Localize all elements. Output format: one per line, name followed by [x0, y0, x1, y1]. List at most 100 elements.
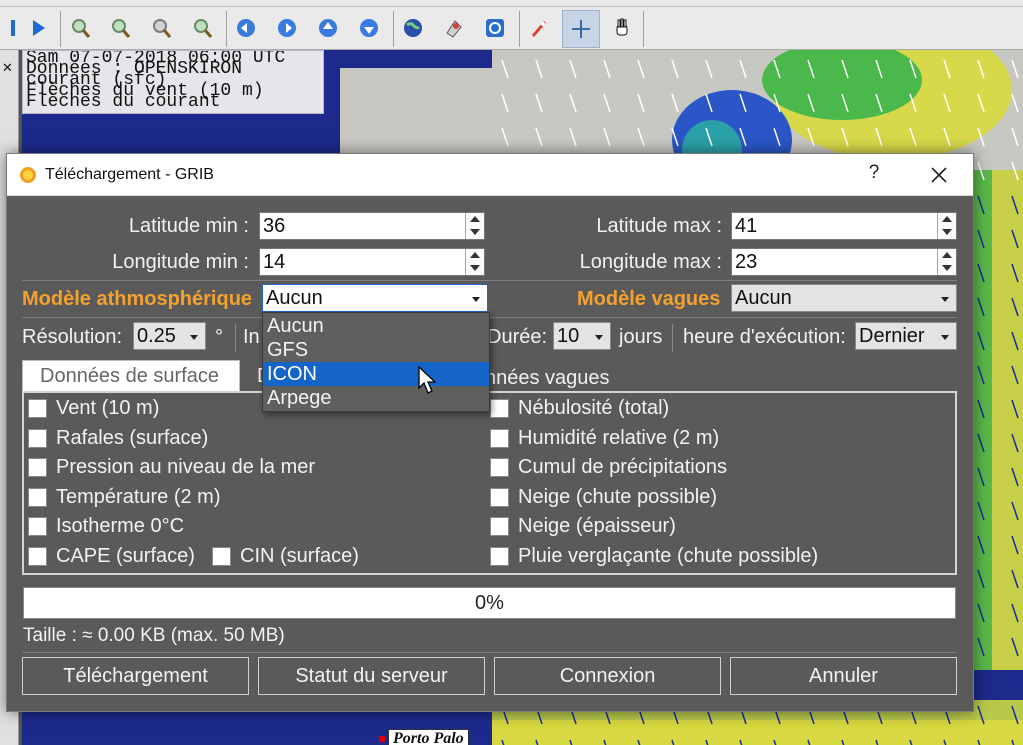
mouse-cursor-icon: [418, 366, 437, 394]
spin-up-icon[interactable]: [942, 252, 952, 258]
lat-min-label: Latitude min :: [128, 215, 249, 237]
lon-min-label: Longitude min :: [112, 251, 249, 273]
zoom-in-icon[interactable]: [64, 13, 96, 43]
download-button[interactable]: Téléchargement: [22, 657, 249, 695]
duration-combobox[interactable]: 10: [553, 322, 611, 350]
lat-min-value: 36: [263, 215, 286, 237]
arrow-right-icon[interactable]: [271, 13, 303, 43]
wave-model-label: Modèle vagues: [577, 288, 721, 310]
atm-model-label: Modèle athmosphérique: [22, 288, 253, 310]
chevron-down-icon: [472, 297, 480, 302]
connection-button[interactable]: Connexion: [494, 657, 721, 695]
lat-max-value: 41: [735, 215, 758, 237]
checkbox-gusts[interactable]: Rafales (surface): [28, 427, 208, 450]
help-button[interactable]: ?: [862, 162, 886, 186]
checkbox-isotherm[interactable]: Isotherme 0°C: [28, 515, 184, 538]
info-line: Flèches du courant: [26, 92, 221, 112]
duration-value: 10: [557, 325, 580, 347]
lon-min-spinbox[interactable]: 14: [259, 248, 485, 276]
checkbox-precipitation[interactable]: Cumul de précipitations: [490, 456, 727, 479]
checkbox-label: Vent (10 m): [56, 397, 160, 419]
arrow-left-icon[interactable]: [230, 13, 262, 43]
rocket-icon[interactable]: [523, 13, 555, 43]
tab-wave-data[interactable]: nnées vagues: [485, 367, 610, 390]
map-info-box: Sam 07-07-2018 06:00 UTC Données : OPENSK…: [22, 50, 324, 114]
spin-down-icon[interactable]: [942, 265, 952, 271]
resolution-label: Résolution:: [22, 326, 123, 348]
checkbox-humidity[interactable]: Humidité relative (2 m): [490, 427, 719, 450]
map-pin-icon[interactable]: [438, 13, 470, 43]
lon-max-label: Longitude max :: [579, 251, 722, 273]
spin-down-icon[interactable]: [470, 265, 480, 271]
interval-label: In: [243, 326, 260, 348]
refresh-icon[interactable]: [479, 13, 511, 43]
checkbox-label: Température (2 m): [56, 486, 221, 508]
duration-label: Durée:: [487, 326, 548, 348]
globe-icon[interactable]: [397, 13, 429, 43]
checkbox-snow-possible[interactable]: Neige (chute possible): [490, 486, 717, 509]
spin-down-icon[interactable]: [942, 229, 952, 235]
sun-icon: [20, 167, 36, 183]
lon-max-spinbox[interactable]: 23: [731, 248, 957, 276]
download-progress-bar: 0%: [23, 587, 956, 619]
lon-min-value: 14: [263, 251, 286, 273]
panel-close-icon[interactable]: ✕: [2, 60, 13, 76]
tab-surface-data[interactable]: Données de surface: [22, 360, 240, 393]
cancel-button[interactable]: Annuler: [730, 657, 957, 695]
checkbox-cin[interactable]: CIN (surface): [212, 545, 359, 568]
arrow-up-icon[interactable]: [312, 13, 344, 43]
checkbox-label: CIN (surface): [240, 545, 359, 567]
checkbox-pressure[interactable]: Pression au niveau de la mer: [28, 456, 315, 479]
checkbox-label: Pluie verglaçante (chute possible): [518, 545, 819, 567]
atm-model-dropdown-list: Aucun GFS ICON Arpege: [262, 312, 490, 412]
lat-max-spinbox[interactable]: 41: [731, 212, 957, 240]
checkbox-temperature[interactable]: Température (2 m): [28, 486, 221, 509]
lat-min-spinbox[interactable]: 36: [259, 212, 485, 240]
resolution-combobox[interactable]: 0.25: [133, 322, 206, 350]
chevron-down-icon: [941, 335, 949, 340]
spin-up-icon[interactable]: [470, 216, 480, 222]
city-label: Porto Palo: [388, 729, 469, 745]
checkbox-freezing-rain[interactable]: Pluie verglaçante (chute possible): [490, 545, 818, 568]
zoom-selection-icon[interactable]: [145, 13, 177, 43]
checkbox-wind[interactable]: Vent (10 m): [28, 397, 159, 420]
dialog-titlebar[interactable]: Téléchargement - GRIB ?: [7, 154, 973, 196]
days-label: jours: [619, 326, 663, 348]
option-gfs[interactable]: GFS: [263, 338, 489, 362]
atm-model-combobox[interactable]: Aucun: [262, 284, 488, 312]
checkbox-label: Cumul de précipitations: [518, 456, 727, 478]
checkbox-snow-depth[interactable]: Neige (épaisseur): [490, 515, 676, 538]
checkbox-cape[interactable]: CAPE (surface): [28, 545, 195, 568]
arrow-down-icon[interactable]: [353, 13, 385, 43]
checkbox-label: Humidité relative (2 m): [518, 427, 720, 449]
checkbox-cloud-cover[interactable]: Nébulosité (total): [490, 397, 669, 420]
play-forward-icon[interactable]: [22, 13, 54, 43]
checkbox-label: Pression au niveau de la mer: [56, 456, 316, 478]
crosshair-select-icon[interactable]: [562, 10, 600, 48]
server-status-button[interactable]: Statut du serveur: [258, 657, 485, 695]
zoom-out-icon[interactable]: [104, 13, 136, 43]
city-marker: [379, 736, 385, 742]
hand-pan-icon[interactable]: [606, 13, 638, 43]
option-aucun[interactable]: Aucun: [263, 314, 489, 338]
wave-model-combobox[interactable]: Aucun: [731, 284, 957, 312]
exec-time-combobox[interactable]: Dernier: [855, 322, 957, 350]
size-info: Taille : ≈ 0.00 KB (max. 50 MB): [23, 625, 285, 646]
main-toolbar: [0, 7, 1023, 50]
close-button[interactable]: [921, 160, 957, 190]
chevron-down-icon: [190, 335, 198, 340]
checkbox-label: Nébulosité (total): [518, 397, 670, 419]
lat-max-label: Latitude max :: [596, 215, 722, 237]
checkbox-label: Neige (épaisseur): [518, 515, 676, 537]
degree-label: °: [215, 326, 223, 348]
spin-up-icon[interactable]: [470, 252, 480, 258]
option-icon[interactable]: ICON: [263, 362, 489, 386]
option-arpege[interactable]: Arpege: [263, 386, 489, 410]
menu-strip: [0, 0, 1023, 7]
spin-down-icon[interactable]: [470, 229, 480, 235]
exec-time-label: heure d'exécution:: [683, 326, 846, 348]
zoom-all-icon[interactable]: [186, 13, 218, 43]
resolution-value: 0.25: [137, 325, 176, 347]
spin-up-icon[interactable]: [942, 216, 952, 222]
lon-max-value: 23: [735, 251, 758, 273]
